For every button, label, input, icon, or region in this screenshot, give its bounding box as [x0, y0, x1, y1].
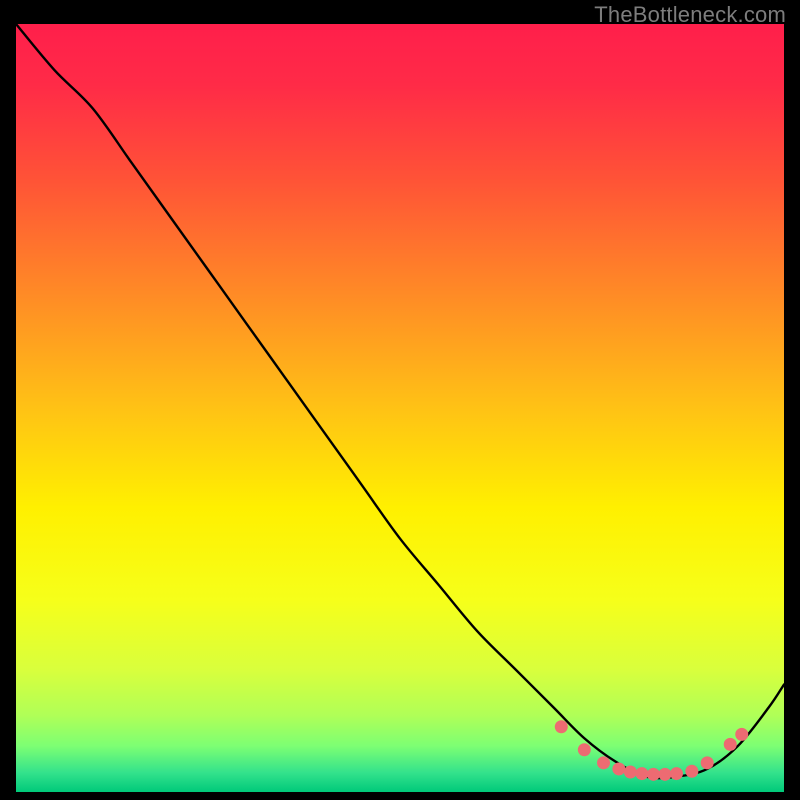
highlight-dot: [685, 765, 698, 778]
gradient-background: [16, 24, 784, 792]
highlight-dot: [555, 720, 568, 733]
highlight-dot: [701, 756, 714, 769]
highlight-dot: [624, 766, 637, 779]
highlight-dot: [658, 768, 671, 781]
chart-frame: [16, 24, 784, 792]
highlight-dot: [735, 728, 748, 741]
bottleneck-chart: [16, 24, 784, 792]
highlight-dot: [635, 767, 648, 780]
highlight-dot: [612, 762, 625, 775]
highlight-dot: [597, 756, 610, 769]
highlight-dot: [647, 768, 660, 781]
highlight-dot: [670, 767, 683, 780]
highlight-dot: [578, 743, 591, 756]
highlight-dot: [724, 738, 737, 751]
